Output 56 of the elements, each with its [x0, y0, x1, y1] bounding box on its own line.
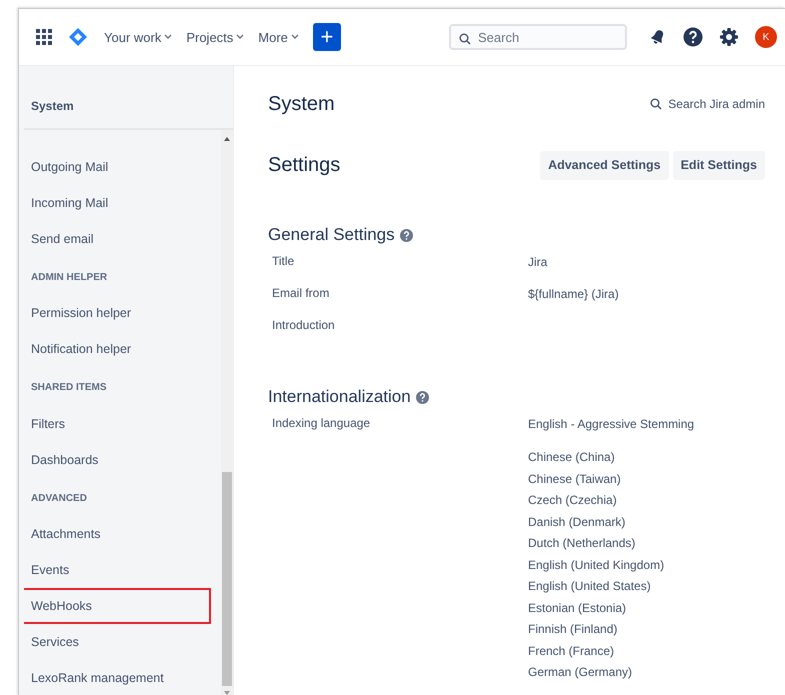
sidebar-item[interactable]: Send email — [24, 221, 221, 257]
setting-value: ${fullname} (Jira) — [528, 286, 619, 302]
setting-label: Title — [272, 254, 294, 268]
search-icon — [650, 98, 662, 110]
setting-value: English (United Kingdom) — [528, 556, 664, 574]
sidebar-item[interactable]: Incoming Mail — [24, 185, 221, 221]
sidebar-item[interactable]: LexoRank management — [24, 660, 221, 695]
search-field[interactable]: Search — [449, 24, 627, 50]
user-avatar[interactable]: K — [755, 26, 777, 48]
scrollbar[interactable] — [221, 130, 233, 695]
settings-button[interactable]: Edit Settings — [672, 150, 765, 180]
sidebar-item[interactable]: Events — [24, 552, 221, 588]
setting-value: Estonian (Estonia) — [528, 600, 628, 616]
help-icon[interactable] — [683, 27, 703, 47]
chevron-down-icon — [164, 34, 172, 40]
setting-value: Dutch (Netherlands) — [528, 535, 636, 552]
setting-value: English (United States) — [528, 578, 652, 595]
setting-value: English - Aggressive Stemming — [528, 416, 694, 432]
sidebar-section-heading: SHARED ITEMS — [30, 381, 108, 396]
sidebar-item[interactable]: Permission helper — [24, 295, 221, 332]
sidebar-item[interactable]: Services — [24, 624, 221, 660]
app-grid-icon[interactable] — [36, 29, 52, 45]
setting-label: Indexing language — [272, 416, 370, 430]
setting-label: Introduction — [272, 318, 335, 332]
nav-menu-button[interactable]: Projects — [186, 30, 244, 44]
settings-heading: Settings — [268, 154, 340, 176]
setting-value: Chinese (China) — [528, 449, 616, 466]
setting-value: Danish (Denmark) — [528, 514, 626, 530]
setting-value: French (France) — [528, 642, 616, 660]
sidebar-section-heading: ADVANCED — [30, 492, 88, 506]
sidebar-item[interactable]: WebHooks — [24, 588, 211, 624]
sidebar-section-heading: ADMIN HELPER — [30, 271, 108, 285]
sidebar-title: System — [30, 98, 75, 115]
setting-value: Czech (Czechia) — [528, 492, 618, 509]
create-button[interactable]: + — [312, 23, 341, 51]
section-heading: Internationalization — [268, 387, 411, 407]
setting-value: Jira — [528, 254, 548, 270]
sidebar-item[interactable]: Filters — [24, 406, 221, 442]
scroll-up-icon[interactable] — [223, 136, 231, 142]
diamond-logo-icon[interactable] — [68, 27, 88, 47]
nav-menu-button[interactable]: More — [258, 30, 299, 44]
search-admin-link[interactable]: Search Jira admin — [650, 97, 765, 111]
chevron-down-icon — [236, 34, 244, 40]
chevron-down-icon — [290, 34, 299, 40]
sidebar-item[interactable]: Dashboards — [24, 442, 221, 478]
setting-label: Email from — [272, 286, 330, 300]
section-heading: General Settings — [268, 225, 395, 245]
setting-value: German (Germany) — [528, 664, 634, 681]
settings-button[interactable]: Advanced Settings — [540, 150, 669, 180]
nav-menu-button[interactable]: Your work — [104, 30, 172, 44]
sidebar-item[interactable]: Attachments — [24, 516, 221, 552]
setting-value: Finnish (Finland) — [528, 621, 618, 638]
setting-value: Chinese (Taiwan) — [528, 470, 622, 488]
sidebar-item[interactable]: Outgoing Mail — [24, 149, 221, 185]
page-heading: System — [268, 92, 335, 116]
sidebar-item[interactable]: Notification helper — [24, 331, 221, 368]
